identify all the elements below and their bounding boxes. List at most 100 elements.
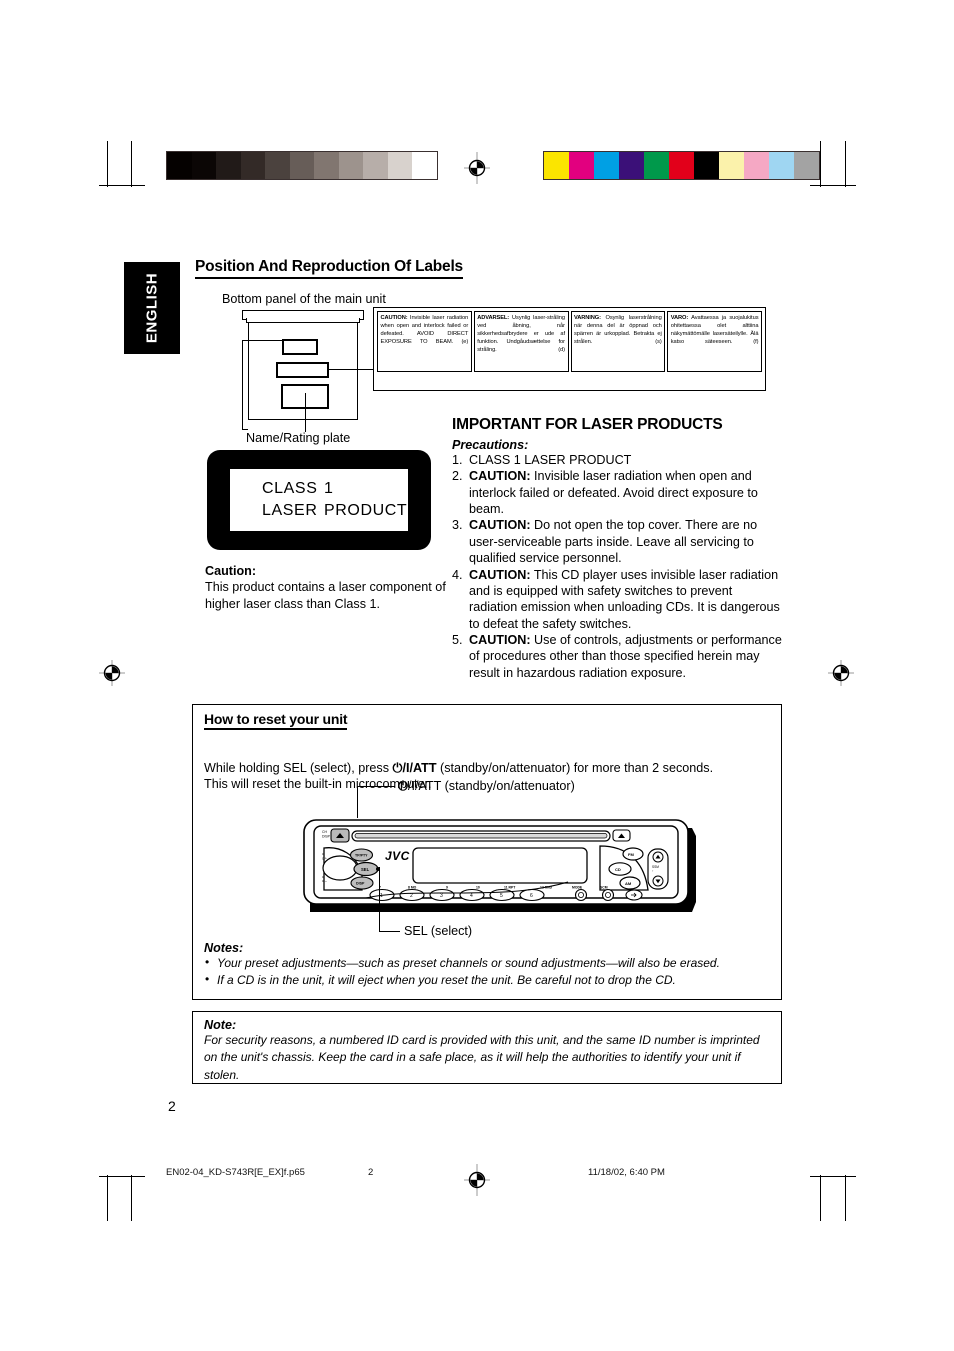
notes-heading: Notes: [204,941,244,955]
svg-text:11 RPT: 11 RPT [504,886,516,890]
svg-text:8 MO: 8 MO [408,886,417,890]
label-rect-middle [276,362,329,378]
caution-block: Caution: This product contains a laser c… [205,563,455,612]
registration-mark-bottom-center [464,1164,490,1196]
warning-label-0: CAUTION: Invisible laser radiation when … [377,311,472,372]
power-icon: ⏻ [392,761,403,775]
caption-bottom-panel: Bottom panel of the main unit [222,292,386,306]
label-rect-upper [282,339,318,355]
registration-mark-right [828,660,854,686]
precaution-number-3: 4. [452,567,463,582]
footer-timestamp: 11/18/02, 6:40 PM [588,1167,665,1178]
language-tab-label: ENGLISH [143,272,161,344]
note-item-1: If a CD is in the unit, it will eject wh… [204,971,764,989]
precaution-keyword-1: CAUTION: [469,469,531,484]
note-item-0: Your preset adjustments—such as preset c… [204,954,764,972]
warning-label-2: VARNING: Osynlig laserstrålning när denn… [570,311,666,372]
svg-text:CH: CH [322,830,327,834]
precaution-keyword-2: CAUTION: [469,518,531,533]
grayscale-swatch-4 [265,152,290,179]
caption-name-rating-plate: Name/Rating plate [246,431,351,445]
callout-sel-label: SEL (select) [404,924,473,938]
page-title-wrapper: Position And Reproduction Of Labels [195,258,463,279]
svg-text:SEL: SEL [361,867,370,872]
crop-mark-bottom-left-h [99,1176,145,1178]
grayscale-swatch-8 [363,152,388,179]
reset-instruction-part1: While holding SEL (select), press [204,761,393,775]
precaution-number-4: 5. [452,632,463,647]
svg-text:DISP: DISP [356,882,365,886]
color-swatch-2 [594,152,619,179]
crop-mark-bottom-right-h [810,1176,856,1178]
warning-label-keyword-1: ADVARSEL: [477,315,510,321]
grayscale-swatch-3 [240,152,265,179]
precaution-keyword-4: CAUTION: [469,632,531,647]
laser-plate-class-number: 1 [324,479,334,497]
grayscale-swatch-1 [191,152,216,179]
laser-plate-class-word: CLASS [262,479,318,497]
precaution-number-2: 3. [452,518,463,533]
grayscale-swatch-0 [167,152,192,179]
svg-text:5: 5 [500,893,503,899]
grayscale-swatch-9 [387,152,412,179]
color-swatch-1 [569,152,594,179]
svg-text:o +: o + [322,857,327,861]
reset-title-wrapper: How to reset your unit [204,711,348,730]
crop-mark-top-left-v [107,141,109,187]
svg-text:FM: FM [628,852,634,857]
caution-body: This product contains a laser component … [205,580,446,611]
reset-notes-block: Notes: Your preset adjustments—such as p… [204,941,764,990]
warning-label-keyword-2: VARNING: [574,315,601,321]
crop-mark-top-right-h [810,185,856,187]
leader-line-lower-v [305,393,307,432]
grayscale-swatch-2 [216,152,241,179]
crop-mark-top-left-h [99,185,145,187]
svg-text:CD: CD [615,867,621,872]
power-icon-callout: ⏻ [398,779,408,793]
crop-mark-bottom-left-inner [131,1175,133,1221]
laser-plate-line1: CLASS 1 [262,478,408,500]
precaution-keyword-3: CAUTION: [469,567,531,582]
laser-plate-laser-word: LASER [262,502,318,519]
leader-line-middle-h [328,369,374,371]
callout-sel-leader-v [379,867,381,932]
warning-label-code-3: (f) [753,339,759,346]
page-number: 2 [168,1098,176,1114]
laser-products-title: IMPORTANT FOR LASER PRODUCTS [452,416,723,433]
callout-power-leader-v [357,786,359,818]
callout-power-leader-h [357,786,395,788]
reset-unit-title: How to reset your unit [204,711,348,730]
svg-text:o –: o – [322,879,327,883]
notes-list: Your preset adjustments—such as preset c… [204,954,764,990]
registration-mark-top-center [464,152,490,184]
caution-heading: Caution: [205,564,257,578]
color-swatch-10 [794,152,819,179]
precaution-number-0: 1. [452,453,463,467]
color-swatch-9 [769,152,794,179]
grayscale-swatch-7 [338,152,363,179]
svg-text:3: 3 [440,893,443,899]
warning-label-code-0: (e) [461,339,469,346]
crop-mark-top-left-inner [131,141,133,187]
precaution-item-0: 1. CLASS 1 LASER PRODUCT [452,453,632,467]
warning-label-keyword-3: VARO: [670,315,689,321]
security-note-body: For security reasons, a numbered ID card… [204,1033,760,1082]
laser-plate-inner: CLASS 1 LASER PRODUCT [230,469,408,531]
laser-plate-product-word: PRODUCT [324,502,408,519]
precautions-heading: Precautions: [452,438,529,452]
grayscale-calibration-bar [166,151,438,180]
grayscale-swatch-10 [412,152,437,179]
svg-text:2: 2 [410,893,413,899]
warning-label-code-2: (s) [655,339,662,346]
warning-labels-panel: CAUTION: Invisible laser radiation when … [373,307,766,391]
warning-label-3: VARO: Avattaessa ja suojalukitus ohitett… [667,311,762,372]
laser-products-section: IMPORTANT FOR LASER PRODUCTS Precautions… [452,416,782,681]
reset-instruction-part2: (standby/on/attenuator) for more than 2 … [436,761,714,775]
laser-plate-line2: LASER PRODUCT [262,500,408,522]
crop-mark-bottom-right-inner [820,1175,822,1221]
security-note-block: Note: For security reasons, a numbered I… [204,1018,772,1084]
language-tab-english: ENGLISH [124,262,180,354]
precaution-item-4: 5. CAUTION: Use of controls, adjustments … [452,632,782,680]
precaution-number-1: 2. [452,469,463,484]
svg-text:DISP: DISP [322,835,331,839]
